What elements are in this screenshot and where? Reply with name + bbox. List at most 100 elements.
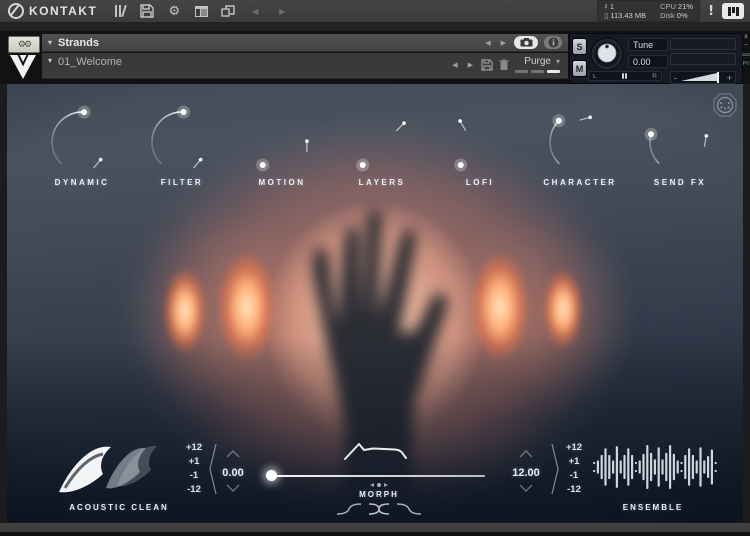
knob-layers-sparkle-icon: [395, 121, 407, 133]
alert-exclamation-icon[interactable]: !: [708, 4, 714, 19]
save-icon[interactable]: [138, 3, 156, 19]
source-b-value-down-icon[interactable]: [519, 484, 533, 492]
knob-filter-dial[interactable]: [142, 98, 222, 178]
kontakt-toolbar: KONTAKT ⚙ ◀ ▶ ♯ 1 CPU 21% ▯ 113.43 MB Di…: [0, 0, 750, 23]
save-snapshot-icon[interactable]: [481, 59, 493, 71]
workspace-layout-icon[interactable]: [192, 3, 210, 19]
aux-toggle[interactable]: aux: [742, 51, 750, 59]
knob-send-fx-dial[interactable]: [640, 98, 720, 178]
knob-layers-dial[interactable]: [342, 98, 422, 178]
knob-layers[interactable]: [342, 98, 422, 178]
nks-gears-button[interactable]: ⚙⚙: [8, 36, 40, 53]
source-a-value-down-icon[interactable]: [226, 484, 240, 492]
instrument-header-zone: ⚙⚙ ▾ Strands ◀ ▶: [0, 31, 750, 84]
info-button[interactable]: [544, 36, 562, 49]
morph-right-arrow-icon: [384, 483, 388, 487]
morph-slider-handle[interactable]: [266, 470, 277, 481]
volume-minus[interactable]: -: [674, 73, 677, 83]
system-stats: ♯ 1 CPU 21% ▯ 113.43 MB Disk 0%: [597, 0, 700, 22]
purge-dropdown[interactable]: Purge ▾: [524, 56, 560, 67]
multi-prev-icon[interactable]: ◀: [483, 39, 492, 47]
instrument-header-row[interactable]: ▾ 01_Welcome ◀ ▶ Purge ▾: [42, 53, 568, 79]
source-a-name[interactable]: ACOUSTIC CLEAN: [55, 503, 183, 512]
source-b-name[interactable]: ENSEMBLE: [603, 503, 703, 512]
knob-send-fx-label: SEND FX: [625, 178, 735, 187]
volume-plus[interactable]: +: [727, 73, 732, 83]
purge-label: Purge: [524, 56, 551, 67]
solo-button[interactable]: S: [572, 38, 587, 55]
back-arrow-icon[interactable]: ◀: [246, 3, 264, 19]
knob-dynamic-dial[interactable]: [42, 98, 122, 178]
knob-lofi-label: LOFI: [425, 178, 535, 187]
knob-character-dial[interactable]: [540, 98, 620, 178]
transpose-a-minus12[interactable]: -12: [179, 483, 209, 497]
knob-filter[interactable]: [142, 98, 222, 178]
pan-right-label: R: [652, 73, 657, 80]
ni-logo[interactable]: [722, 3, 744, 19]
knob-dynamic[interactable]: [42, 98, 122, 178]
mute-button[interactable]: M: [572, 60, 587, 77]
cpu-value: 21%: [678, 2, 693, 11]
envelope-shape-icon[interactable]: [343, 441, 413, 461]
transpose-b-minus12[interactable]: -12: [559, 483, 589, 497]
instrument-window-controls: x − aux PV: [742, 33, 750, 83]
knob-lofi[interactable]: [440, 98, 520, 178]
source-b-value-up-icon[interactable]: [519, 450, 533, 458]
voice-count: 1: [610, 2, 614, 11]
knob-filter-sparkle-icon: [192, 157, 203, 169]
knob-motion-label: MOTION: [227, 178, 337, 187]
transpose-a-plus12[interactable]: +12: [179, 441, 209, 455]
knob-character[interactable]: [540, 98, 620, 178]
knob-layers-label: LAYERS: [327, 178, 437, 187]
tune-label: Tune: [633, 40, 653, 50]
knob-lofi-dial[interactable]: [440, 98, 520, 178]
knob-filter-label: FILTER: [127, 178, 237, 187]
tune-value-box[interactable]: 0.00: [628, 55, 668, 68]
multi-header-row[interactable]: ▾ Strands ◀ ▶: [42, 34, 568, 52]
multi-collapse-caret[interactable]: ▾: [48, 38, 52, 47]
settings-gear-icon[interactable]: ⚙: [165, 3, 183, 19]
volume-handle[interactable]: [717, 72, 719, 83]
camera-icon: [520, 38, 533, 47]
source-a-transpose: +12+1-1-12: [179, 441, 209, 497]
cpu-label: CPU: [660, 2, 676, 11]
snapshot-next-icon[interactable]: ▶: [466, 61, 475, 69]
memory-chip-icon: ▯: [604, 11, 608, 20]
pan-handle[interactable]: [622, 73, 628, 79]
pan-slider[interactable]: L R: [588, 71, 662, 81]
acoustic-clean-logo[interactable]: [55, 440, 161, 498]
source-a-value[interactable]: 0.00: [213, 467, 253, 479]
volume-slider[interactable]: - +: [670, 71, 736, 84]
midi-din-icon[interactable]: [712, 92, 738, 118]
close-instrument-button[interactable]: x: [744, 33, 747, 41]
output-meter-right: [670, 53, 736, 65]
minimize-instrument-button[interactable]: −: [744, 42, 748, 50]
morph-center-indicator: [359, 483, 399, 487]
snapshot-prev-icon[interactable]: ◀: [450, 61, 459, 69]
ensemble-waveform-icon[interactable]: [591, 442, 717, 492]
library-icon[interactable]: [111, 3, 129, 19]
morph-curve-icons[interactable]: [335, 502, 423, 516]
snapshot-camera-button[interactable]: [514, 36, 538, 49]
performance-view-toggle[interactable]: PV: [743, 60, 750, 68]
knob-motion-sparkle-icon: [305, 139, 309, 152]
transpose-b-minus1[interactable]: -1: [559, 469, 589, 483]
morph-slider-track[interactable]: [271, 475, 485, 477]
knob-motion-dial[interactable]: [242, 98, 322, 178]
tune-knob[interactable]: [590, 37, 624, 71]
transpose-a-minus1[interactable]: -1: [179, 469, 209, 483]
forward-arrow-icon[interactable]: ▶: [273, 3, 291, 19]
kontakt-window: KONTAKT ⚙ ◀ ▶ ♯ 1 CPU 21% ▯ 113.43 MB Di…: [0, 0, 750, 536]
source-b-value[interactable]: 12.00: [504, 467, 548, 479]
knob-send-fx[interactable]: [640, 98, 720, 178]
memory-value: 113.43 MB: [610, 11, 646, 20]
detach-window-icon[interactable]: [219, 3, 237, 19]
transpose-b-plus1[interactable]: +1: [559, 455, 589, 469]
transpose-a-plus1[interactable]: +1: [179, 455, 209, 469]
instrument-collapse-caret[interactable]: ▾: [48, 56, 52, 65]
source-a-value-up-icon[interactable]: [226, 450, 240, 458]
trash-icon[interactable]: [499, 59, 509, 71]
multi-next-icon[interactable]: ▶: [499, 39, 508, 47]
transpose-b-plus12[interactable]: +12: [559, 441, 589, 455]
knob-motion[interactable]: [242, 98, 322, 178]
